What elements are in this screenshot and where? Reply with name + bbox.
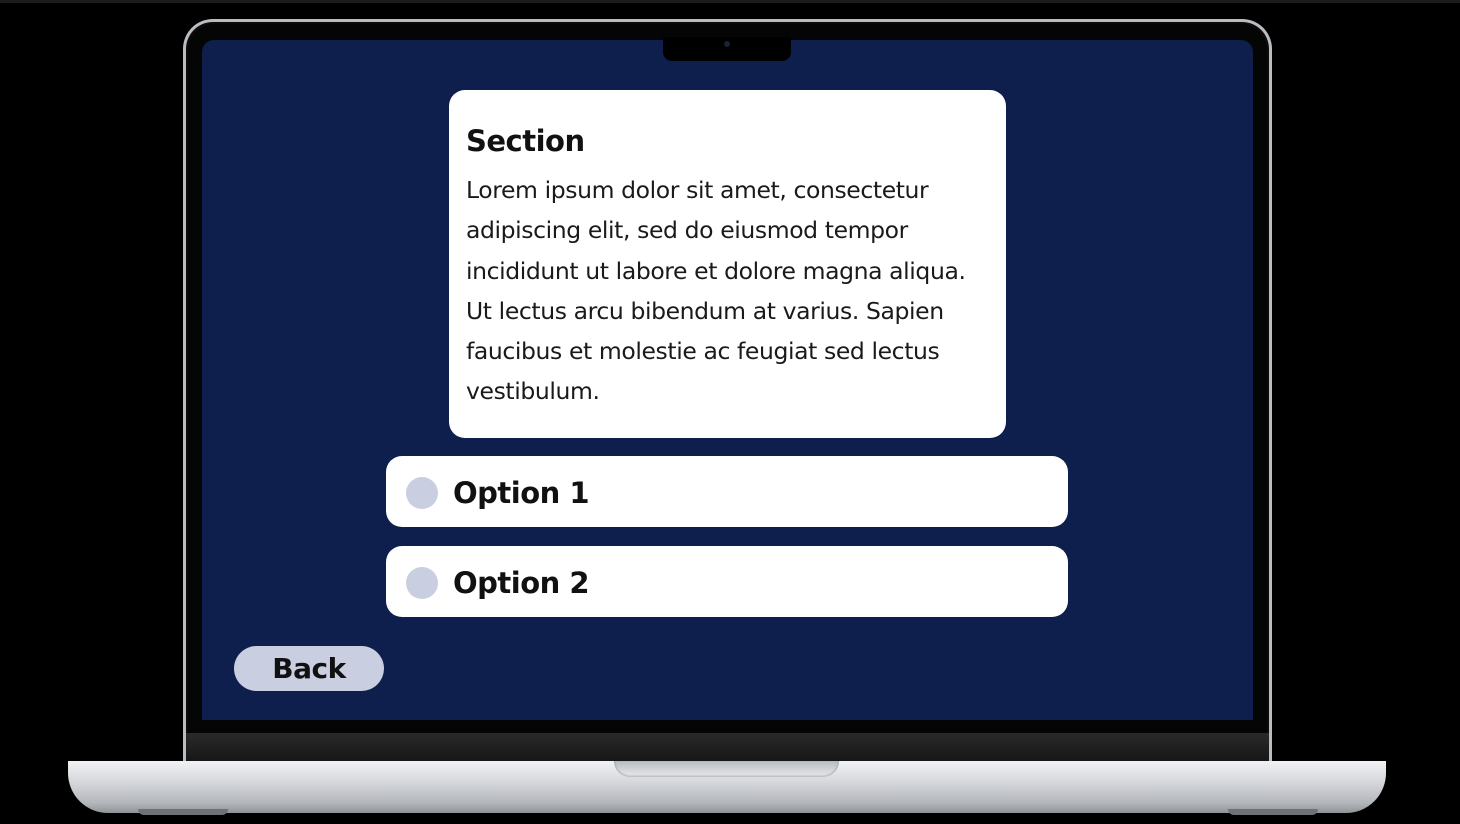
option-2[interactable]: Option 2 bbox=[386, 546, 1068, 617]
radio-circle-icon[interactable] bbox=[406, 567, 438, 599]
laptop-foot-right bbox=[1228, 809, 1318, 815]
section-body: Lorem ipsum dolor sit amet, consectetur … bbox=[466, 176, 966, 406]
camera-icon bbox=[724, 41, 730, 47]
laptop-thumb-recess bbox=[614, 761, 839, 777]
radio-circle-icon[interactable] bbox=[406, 477, 438, 509]
section-card: Section Lorem ipsum dolor sit amet, cons… bbox=[449, 90, 1006, 438]
option-2-label: Option 2 bbox=[453, 566, 590, 600]
laptop-mockup: Section Lorem ipsum dolor sit amet, cons… bbox=[0, 0, 1460, 824]
option-1-label: Option 1 bbox=[453, 476, 590, 510]
laptop-hinge bbox=[186, 733, 1269, 763]
back-button[interactable]: Back bbox=[234, 646, 384, 691]
section-title: Section bbox=[466, 124, 585, 158]
laptop-foot-left bbox=[138, 809, 228, 815]
option-1[interactable]: Option 1 bbox=[386, 456, 1068, 527]
